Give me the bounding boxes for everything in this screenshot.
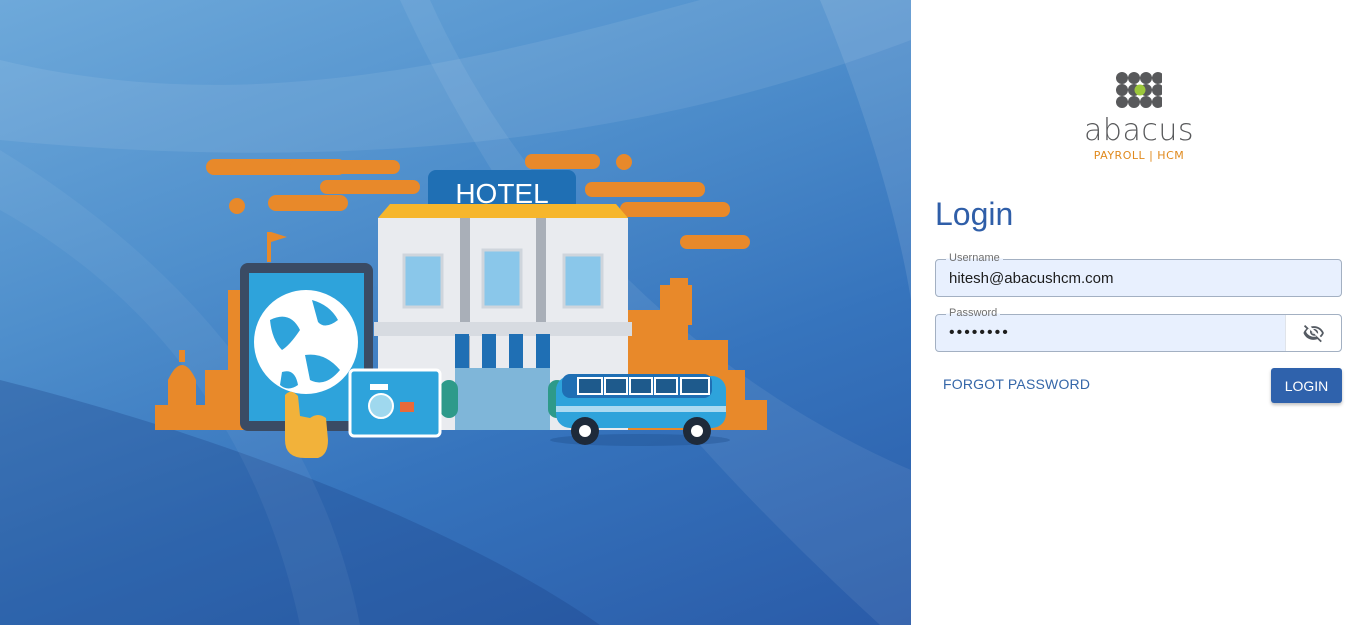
password-field[interactable]: Password (935, 307, 1342, 352)
hotel-illustration: HOTEL (155, 154, 767, 458)
username-field[interactable]: Username (935, 252, 1342, 297)
abacus-logo: abacus PAYROLL | HCM (1079, 70, 1199, 165)
logo-wordmark: abacus (1084, 113, 1194, 148)
login-panel: abacus PAYROLL | HCM Login Username Pass… (911, 0, 1366, 625)
page-title: Login (935, 196, 1014, 232)
forgot-password-link[interactable]: FORGOT PASSWORD (943, 376, 1090, 392)
toggle-password-visibility-button[interactable] (1285, 315, 1341, 351)
username-input[interactable] (949, 260, 1289, 296)
hero-panel: HOTEL (0, 0, 911, 625)
password-input[interactable] (949, 315, 1289, 351)
logo-tagline: PAYROLL | HCM (1093, 149, 1185, 162)
eye-off-icon (1302, 325, 1324, 343)
login-button[interactable]: LOGIN (1271, 368, 1342, 403)
abacus-logo-dots-icon (1116, 72, 1162, 108)
